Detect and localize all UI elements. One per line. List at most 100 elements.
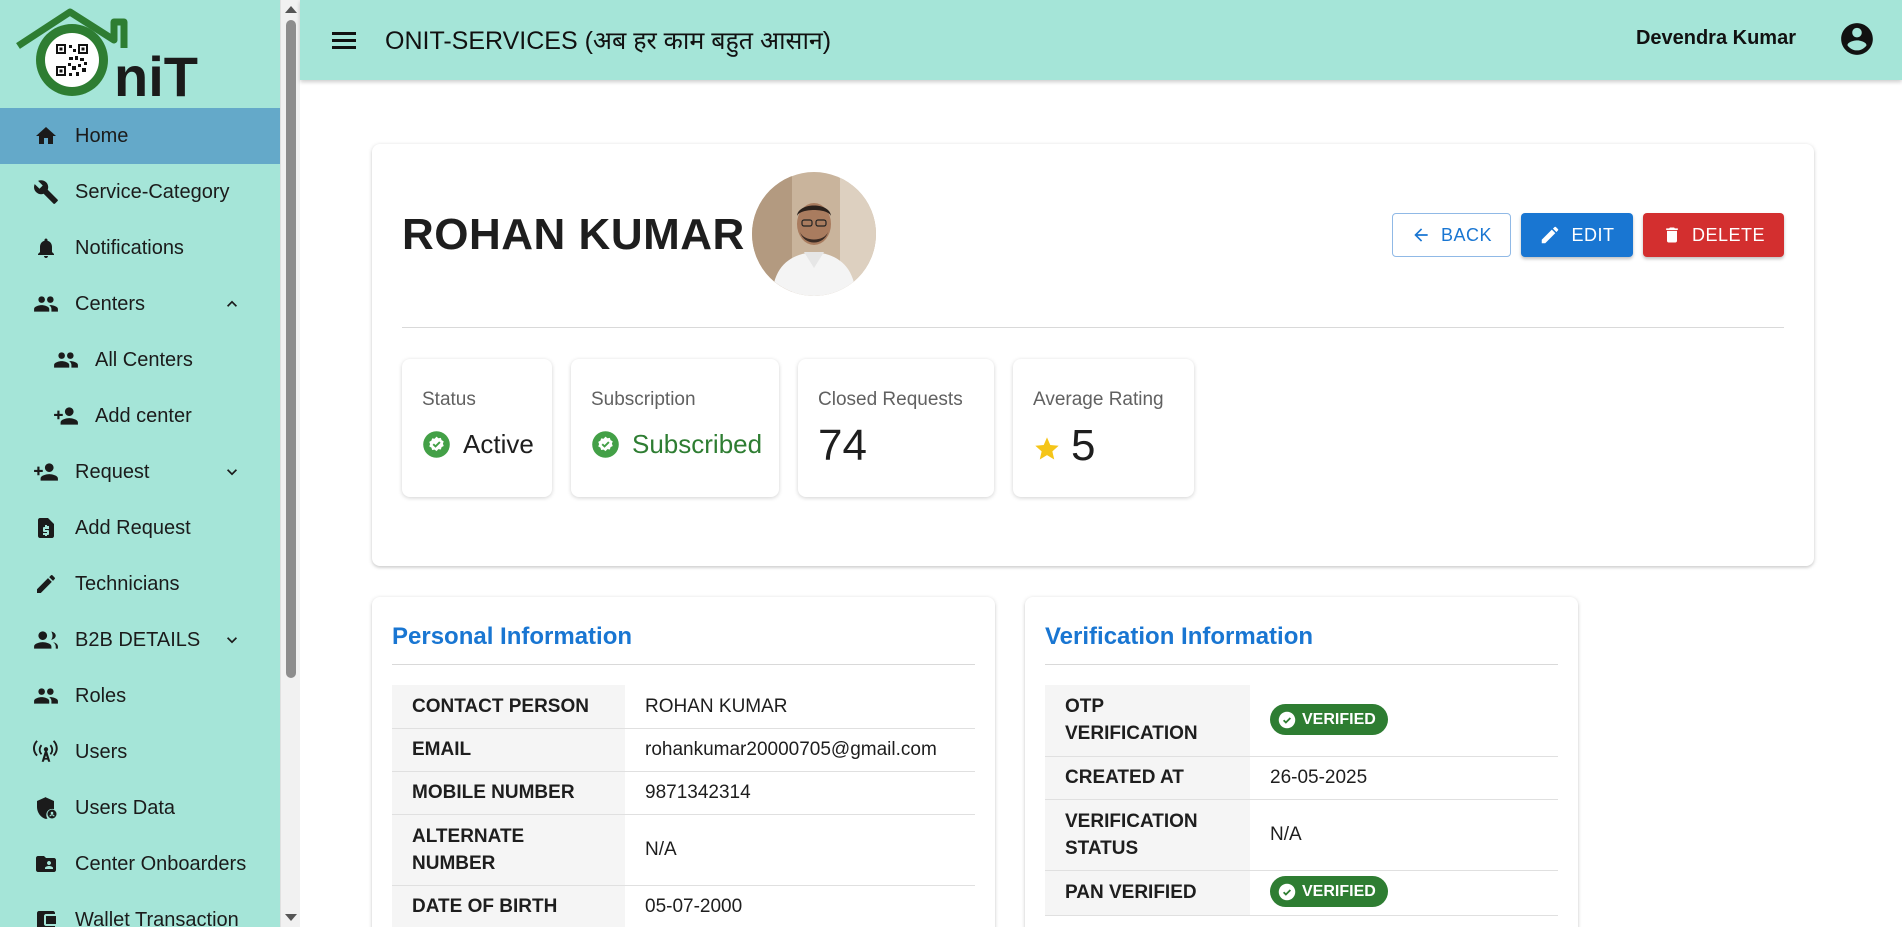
sidebar-item-roles[interactable]: Roles [0,668,280,724]
sidebar-item-add-request[interactable]: Add Request [0,500,280,556]
people-icon [32,626,60,654]
shield-icon [32,794,60,822]
table-row: VERIFICATION STATUS N/A [1045,799,1558,871]
sidebar-item-b2b-details[interactable]: B2B DETAILS [0,612,280,668]
sidebar-item-label: Users Data [75,796,176,819]
sidebar-item-label: All Centers [95,348,193,371]
table-row: ALTERNATE NUMBER N/A [392,814,975,886]
section-title: Verification Information [1045,623,1314,650]
star-icon [1035,437,1059,460]
person-add-icon [52,402,80,430]
verified-check-icon [1278,711,1296,728]
sidebar-scrollbar[interactable] [280,0,300,927]
personal-info-card: Personal Information CONTACT PERSON ROHA… [372,597,995,927]
sidebar-item-add-center[interactable]: Add center [0,388,280,444]
divider [392,664,975,665]
verified-check-icon [423,431,450,458]
sidebar-item-home[interactable]: Home [0,108,280,164]
sidebar-item-label: B2B DETAILS [75,628,201,651]
sidebar-item-center-onboarders[interactable]: Center Onboarders [0,836,280,892]
divider [402,327,1784,328]
user-name: Devendra Kumar [1635,27,1796,49]
onit-logo-icon: niT [16,8,198,100]
table-row: EMAIL rohankumar20000705@gmail.com [392,728,975,772]
sidebar-item-technicians[interactable]: Technicians [0,556,280,612]
menu-icon[interactable] [324,20,364,60]
sidebar-item-centers[interactable]: Centers [0,276,280,332]
sidebar-item-label: Wallet Transaction [75,908,239,927]
sidebar-item-notifications[interactable]: Notifications [0,220,280,276]
sidebar-item-request[interactable]: Request [0,444,280,500]
person-add-icon [32,458,60,486]
folder-user-icon [32,850,60,878]
sidebar-item-service-category[interactable]: Service-Category [0,164,280,220]
closed-requests-stat-card: Closed Requests 74 [798,359,994,497]
status-value: Active [463,429,534,459]
app-title: ONIT-SERVICES (अब हर काम बहुत आसान) [385,27,832,55]
antenna-icon [32,738,60,766]
arrow-left-icon [1411,225,1431,245]
verified-check-icon [1278,883,1296,900]
verification-info-card: Verification Information OTP VERIFICATIO… [1025,597,1578,927]
edit-button[interactable]: EDIT [1521,213,1633,257]
sidebar-item-users[interactable]: Users [0,724,280,780]
table-row: MOBILE NUMBER 9871342314 [392,771,975,815]
sidebar-item-label: Add Request [75,516,191,539]
account-circle-icon[interactable] [1838,20,1876,58]
svg-text:niT: niT [114,45,198,100]
status-stat-card: Status Active [402,359,552,497]
average-rating-value: 5 [1071,421,1096,470]
sidebar: niT Home Service-Category Notifications … [0,0,280,927]
pencil-icon [1539,224,1561,246]
closed-requests-value: 74 [818,421,867,470]
delete-button[interactable]: DELETE [1643,213,1784,257]
scroll-thumb[interactable] [286,20,296,678]
page-title: ROHAN KUMAR [402,210,745,259]
chevron-down-icon [227,469,237,476]
verified-badge: VERIFIED [1270,876,1388,908]
sidebar-item-label: Service-Category [75,180,230,203]
wallet-icon [32,906,60,927]
sidebar-item-all-centers[interactable]: All Centers [0,332,280,388]
money-doc-icon [32,514,60,542]
pencil-icon [32,570,60,598]
verification-info-table: OTP VERIFICATION VERIFIED CREATED AT 26-… [1045,685,1558,916]
scroll-up-arrow-icon[interactable] [285,6,297,13]
bell-icon [32,234,60,262]
subscription-stat-card: Subscription Subscribed [571,359,779,497]
average-rating-stat-card: Average Rating 5 [1013,359,1194,497]
sidebar-item-label: Home [75,124,129,147]
subscription-value: Subscribed [632,429,763,459]
people-icon [32,290,60,318]
sidebar-item-label: Request [75,460,150,483]
sidebar-item-wallet-transaction[interactable]: Wallet Transaction [0,892,280,927]
back-button[interactable]: BACK [1392,213,1511,257]
section-title: Personal Information [392,623,633,650]
sidebar-item-users-data[interactable]: Users Data [0,780,280,836]
app-header: ONIT-SERVICES (अब हर काम बहुत आसान) Deve… [300,0,1902,80]
table-row: CREATED AT 26-05-2025 [1045,756,1558,800]
sidebar-item-label: Notifications [75,236,184,259]
personal-info-table: CONTACT PERSON ROHAN KUMAR EMAIL rohanku… [392,685,975,927]
sidebar-item-label: Roles [75,684,127,707]
verified-badge: VERIFIED [1270,704,1388,735]
app-logo[interactable]: niT [0,0,280,108]
chevron-down-icon [227,637,237,644]
table-row: DATE OF BIRTH 05-07-2000 [392,885,975,927]
sidebar-item-label: Centers [75,292,146,315]
sidebar-item-label: Users [75,740,128,763]
chevron-up-icon [227,300,237,307]
wrench-icon [32,178,60,206]
table-row: OTP VERIFICATION VERIFIED [1045,685,1558,757]
home-icon [32,122,60,150]
scroll-down-arrow-icon[interactable] [285,914,297,921]
sidebar-item-label: Technicians [75,572,180,595]
trash-icon [1662,224,1682,246]
profile-photo [752,172,876,296]
sidebar-item-label: Center Onboarders [75,852,247,875]
sidebar-item-label: Add center [95,404,192,427]
table-row: CONTACT PERSON ROHAN KUMAR [392,685,975,729]
verified-check-icon [592,431,619,458]
divider [1045,664,1558,665]
table-row: PAN VERIFIED VERIFIED [1045,870,1558,916]
